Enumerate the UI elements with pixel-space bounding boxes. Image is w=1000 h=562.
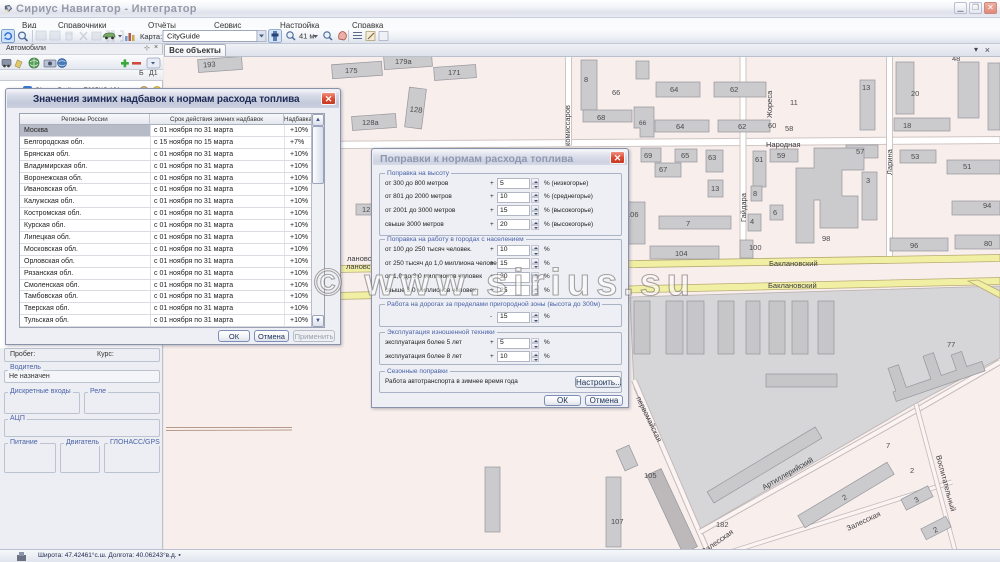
svg-text:© www.sirius.su: © www.sirius.su xyxy=(314,262,690,304)
